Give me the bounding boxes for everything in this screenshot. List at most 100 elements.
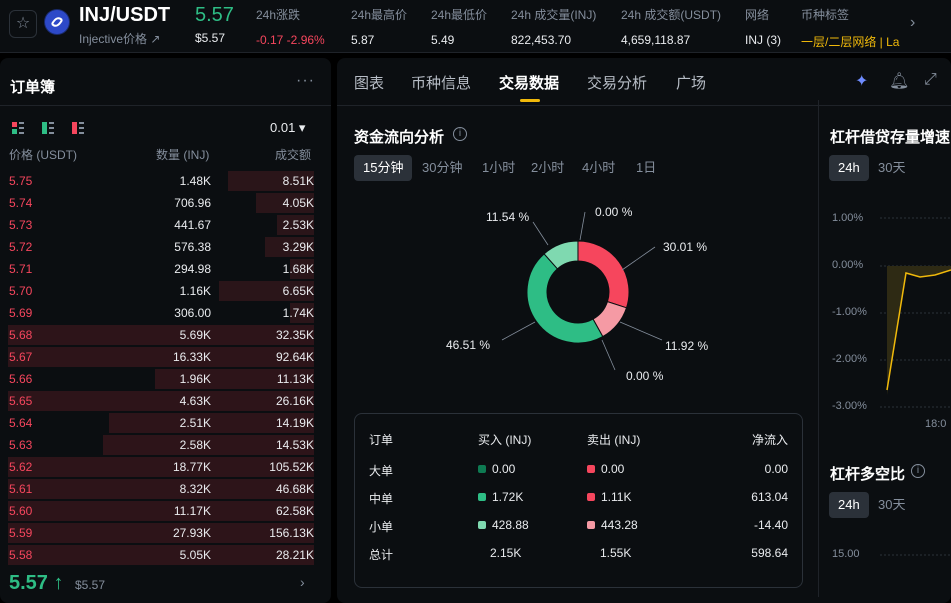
lev-period-30d[interactable]: 30天: [869, 155, 914, 181]
orderbook-row[interactable]: 5.69 306.00 1.74K: [0, 302, 331, 324]
buy-value: 1.72K: [492, 490, 524, 504]
orderbook-row[interactable]: 5.63 2.58K 14.53K: [0, 434, 331, 456]
orderbook-row[interactable]: 5.61 8.32K 46.68K: [0, 478, 331, 500]
ai-sparkle-icon[interactable]: ✦: [855, 71, 868, 91]
orderbook-row[interactable]: 5.67 16.33K 92.64K: [0, 346, 331, 368]
view-asks-icon[interactable]: [72, 122, 84, 134]
orderbook-row[interactable]: 5.68 5.69K 32.35K: [0, 324, 331, 346]
flow-period-2[interactable]: 1小时: [473, 155, 524, 181]
orderbook-row[interactable]: 5.64 2.51K 14.19K: [0, 412, 331, 434]
fund-flow-table: 订单 买入 (INJ) 卖出 (INJ) 净流入 大单 0.00 0.00 0.00 中…: [354, 413, 803, 588]
leverage-growth-title: 杠杆借贷存量增速: [830, 129, 951, 146]
tab-square[interactable]: 广场: [676, 72, 706, 93]
lev-period-24h[interactable]: 24h: [829, 155, 869, 181]
row-q: 5.69K: [179, 328, 211, 342]
row-t: 4.05K: [282, 196, 314, 210]
ls-period-30d[interactable]: 30天: [869, 492, 914, 518]
row-q: 306.00: [174, 306, 211, 320]
buy-dot: [478, 521, 486, 529]
flow-row-name: 大单: [369, 464, 394, 478]
depth-bar: [8, 347, 314, 367]
buy-value: 2.15K: [490, 546, 522, 560]
flow-period-4[interactable]: 4小时: [573, 155, 624, 181]
info-icon[interactable]: i: [911, 464, 925, 478]
sell-dot: [587, 465, 595, 473]
row-t: 28.21K: [275, 548, 314, 562]
orderbook-row[interactable]: 5.62 18.77K 105.52K: [0, 456, 331, 478]
orderbook-row[interactable]: 5.74 706.96 4.05K: [0, 192, 331, 214]
row-q: 2.58K: [179, 438, 211, 452]
orderbook-panel: 订单簿 ··· 0.01 ▾ 价格 (USDT) 数量 (INJ) 成交额 5.…: [0, 58, 331, 603]
flow-row-sell: 443.28: [587, 518, 638, 532]
row-q: 706.96: [174, 196, 211, 210]
expand-icon[interactable]: ⤢: [924, 71, 937, 89]
buy-dot: [478, 465, 486, 473]
stat-label: 24h 成交额(USDT): [621, 8, 722, 22]
flow-period-5[interactable]: 1日: [627, 155, 665, 181]
flow-row-sell: 1.55K: [600, 546, 631, 560]
th-buy: 买入 (INJ): [478, 433, 532, 447]
tick-size-select[interactable]: 0.01 ▾: [270, 120, 305, 136]
more-icon[interactable]: ···: [296, 72, 315, 90]
orderbook-row[interactable]: 5.66 1.96K 11.13K: [0, 368, 331, 390]
sell-value: 0.00: [601, 462, 625, 476]
sell-dot: [587, 493, 595, 501]
info-icon[interactable]: i: [453, 127, 467, 141]
orderbook-title: 订单簿: [10, 79, 56, 96]
view-bids-icon[interactable]: [42, 122, 54, 134]
row-q: 18.77K: [172, 460, 211, 474]
row-q: 1.48K: [179, 174, 211, 188]
ls-period-24h[interactable]: 24h: [829, 492, 869, 518]
th-order: 订单: [369, 433, 394, 447]
orderbook-row[interactable]: 5.75 1.48K 8.51K: [0, 170, 331, 192]
divider: [818, 100, 819, 597]
coin-price-link[interactable]: Injective价格 ↗: [79, 30, 160, 47]
flow-row-buy: 0.00: [478, 462, 515, 476]
flow-row-buy: 2.15K: [490, 546, 521, 560]
last-price: 5.57: [195, 4, 234, 26]
orderbook-row[interactable]: 5.72 576.38 3.29K: [0, 236, 331, 258]
donut-label: 0.00 %: [595, 205, 633, 219]
flow-period-1[interactable]: 30分钟: [413, 155, 471, 181]
stat-0: 24h涨跌 -0.17 -2.96%: [256, 6, 325, 47]
fund-flow-donut: [501, 211, 663, 371]
row-p: 5.66: [9, 372, 33, 386]
chevron-right-icon[interactable]: ›: [300, 574, 305, 590]
x-tick: 18:0: [925, 418, 947, 430]
orderbook-row[interactable]: 5.71 294.98 1.68K: [0, 258, 331, 280]
orderbook-row[interactable]: 5.60 11.17K 62.58K: [0, 500, 331, 522]
flow-period-0[interactable]: 15分钟: [354, 155, 413, 181]
sell-dot: [587, 521, 595, 529]
stat-1: 24h最高价 5.87: [351, 6, 407, 47]
row-p: 5.58: [9, 548, 33, 562]
stat-value: -0.17 -2.96%: [256, 33, 325, 47]
flow-row-buy: 428.88: [478, 518, 529, 532]
tab-coin-info[interactable]: 币种信息: [411, 72, 471, 93]
chevron-right-icon[interactable]: ›: [910, 14, 915, 32]
orderbook-row[interactable]: 5.65 4.63K 26.16K: [0, 390, 331, 412]
tab-trading-data[interactable]: 交易数据: [499, 72, 559, 93]
bell-icon[interactable]: 🔔︎: [889, 71, 909, 91]
stat-label: 24h最低价: [431, 8, 488, 22]
row-t: 105.52K: [269, 460, 314, 474]
view-both-icon[interactable]: [12, 122, 24, 134]
leader-line: [621, 246, 656, 271]
row-q: 1.16K: [179, 284, 211, 298]
orderbook-row[interactable]: 5.73 441.67 2.53K: [0, 214, 331, 236]
row-q: 1.96K: [179, 372, 211, 386]
tab-chart[interactable]: 图表: [354, 72, 384, 93]
tab-trading-analysis[interactable]: 交易分析: [587, 72, 647, 93]
orderbook-row[interactable]: 5.70 1.16K 6.65K: [0, 280, 331, 302]
flow-period-3[interactable]: 2小时: [522, 155, 573, 181]
flow-row-sell: 1.11K: [587, 490, 631, 504]
favorite-star-icon[interactable]: ☆: [9, 10, 37, 38]
flow-row-sell: 0.00: [587, 462, 624, 476]
sell-value: 1.55K: [600, 546, 632, 560]
flow-row-name: 总计: [369, 548, 394, 562]
leader-line: [532, 221, 549, 246]
stat-label: 24h最高价: [351, 8, 408, 22]
orderbook-row[interactable]: 5.59 27.93K 156.13K: [0, 522, 331, 544]
divider: [0, 105, 331, 106]
orderbook-row[interactable]: 5.58 5.05K 28.21K: [0, 544, 331, 566]
stat-value: 5.87: [351, 33, 375, 47]
